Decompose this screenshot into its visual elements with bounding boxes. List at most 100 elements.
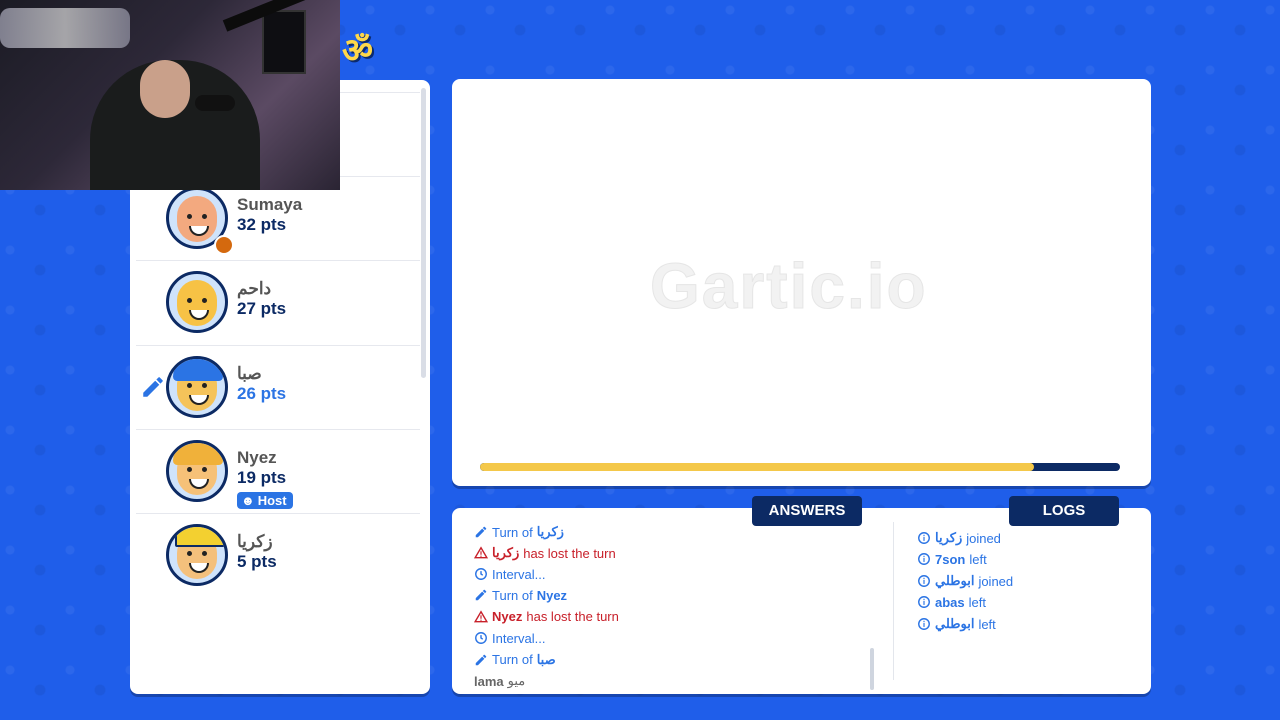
player-points: 19 pts bbox=[237, 468, 287, 487]
microphone bbox=[195, 95, 235, 111]
player-name: Sumaya bbox=[237, 195, 303, 214]
player-avatar bbox=[166, 524, 228, 586]
avatar-hair bbox=[173, 443, 223, 465]
answer-log-line: Interval... bbox=[474, 567, 545, 582]
tab-answers[interactable]: ANSWERS bbox=[752, 496, 862, 526]
warning-icon bbox=[474, 546, 488, 559]
info-icon bbox=[918, 618, 930, 630]
player-row[interactable]: Nyez 19 pts ☻ Host bbox=[136, 429, 420, 514]
player-name: زكريا bbox=[237, 532, 273, 551]
player-name: صبا bbox=[237, 364, 262, 383]
canvas-watermark: Gartic.io bbox=[650, 250, 928, 323]
clock-icon bbox=[475, 568, 487, 581]
avatar-eye bbox=[187, 467, 192, 472]
log-text: joined bbox=[966, 530, 1001, 546]
host-label: Host bbox=[257, 493, 287, 508]
answer-text: Nyez bbox=[492, 609, 523, 625]
answer-log-line: Nyez has lost the turn bbox=[474, 609, 619, 624]
drawing-canvas[interactable]: Gartic.io bbox=[452, 79, 1151, 486]
pencil-icon bbox=[475, 590, 487, 601]
answer-log-line: lama ميو bbox=[474, 673, 525, 689]
game-logo-fragment: ॐ bbox=[342, 32, 374, 70]
player-avatar bbox=[166, 440, 228, 502]
avatar-eye bbox=[187, 214, 192, 219]
player-row[interactable]: صبا 26 pts bbox=[136, 345, 420, 430]
avatar-eye bbox=[202, 383, 207, 388]
log-text: زكريا bbox=[935, 530, 963, 545]
answer-log-line: Interval... bbox=[474, 631, 545, 646]
clock-icon bbox=[475, 632, 487, 644]
player-avatar bbox=[166, 271, 228, 333]
avatar-eye bbox=[202, 298, 207, 303]
log-text: ابوطلي bbox=[935, 573, 975, 588]
turn-progress-bar bbox=[480, 463, 1120, 471]
answer-text: Turn of bbox=[492, 587, 533, 603]
info-icon bbox=[918, 575, 930, 587]
streamer-head bbox=[140, 60, 190, 118]
answer-text: has lost the turn bbox=[523, 545, 616, 561]
host-icon: ☻ bbox=[241, 493, 255, 508]
log-text: left bbox=[978, 616, 996, 632]
info-icon bbox=[918, 596, 930, 608]
answers-scrollbar[interactable] bbox=[870, 648, 874, 690]
answer-text: has lost the turn bbox=[526, 609, 619, 625]
player-name: داحم bbox=[237, 279, 272, 298]
players-scrollbar[interactable] bbox=[421, 88, 426, 378]
avatar-hat bbox=[175, 527, 225, 547]
answer-text: Turn of bbox=[492, 524, 533, 540]
log-line: ابوطلي joined bbox=[917, 573, 1013, 589]
avatar-eye bbox=[187, 298, 192, 303]
answer-text: Nyez bbox=[536, 587, 568, 603]
avatar-eye bbox=[187, 551, 192, 556]
pencil-icon bbox=[143, 377, 163, 397]
log-line: 7son left bbox=[917, 552, 987, 567]
webcam-overlay bbox=[0, 0, 340, 190]
player-points: 5 pts bbox=[237, 552, 277, 571]
avatar-eye bbox=[187, 383, 192, 388]
pencil-icon bbox=[475, 654, 487, 666]
chat-panel: Turn of زكريا زكريا has lost the turn Inte… bbox=[452, 508, 1151, 694]
turn-progress-fill bbox=[480, 463, 1034, 471]
log-text: joined bbox=[978, 573, 1014, 589]
answer-log-line: Turn of زكريا bbox=[474, 524, 564, 540]
pencil-icon bbox=[475, 526, 487, 538]
log-text: left bbox=[968, 594, 986, 610]
player-points: 27 pts bbox=[237, 299, 287, 318]
answer-text: Interval... bbox=[492, 630, 546, 646]
answer-log-line: Turn of Nyez bbox=[474, 588, 567, 603]
avatar-hair bbox=[173, 359, 223, 381]
log-text: abas bbox=[935, 594, 965, 610]
log-text: 7son bbox=[935, 551, 966, 567]
answer-log-line: Turn of صبا bbox=[474, 652, 556, 668]
log-text: ابوطلي bbox=[935, 616, 975, 631]
answer-text: lama bbox=[474, 673, 504, 689]
answer-text: صبا bbox=[536, 651, 556, 667]
answer-text: ميو bbox=[507, 673, 526, 689]
host-badge: ☻ Host bbox=[237, 492, 293, 509]
info-icon bbox=[918, 532, 930, 544]
answer-text: Turn of bbox=[492, 652, 533, 668]
answer-text: زكريا bbox=[492, 545, 520, 561]
log-line: زكريا joined bbox=[917, 530, 1001, 546]
log-line: ابوطلي left bbox=[917, 616, 996, 632]
avatar-eye bbox=[202, 467, 207, 472]
player-name: Nyez bbox=[237, 448, 277, 467]
player-points: 26 pts bbox=[237, 384, 287, 403]
player-row[interactable]: داحم 27 pts bbox=[136, 260, 420, 345]
warning-icon bbox=[474, 610, 488, 623]
answer-text: زكريا bbox=[536, 524, 564, 539]
log-text: left bbox=[969, 551, 987, 567]
balloon-decor bbox=[0, 8, 130, 48]
player-status-dot bbox=[214, 235, 234, 255]
avatar-eye bbox=[202, 214, 207, 219]
chat-divider bbox=[893, 522, 894, 680]
log-line: abas left bbox=[917, 595, 986, 610]
tab-logs[interactable]: LOGS bbox=[1009, 496, 1119, 526]
avatar-eye bbox=[202, 551, 207, 556]
answer-text: Interval... bbox=[492, 566, 546, 582]
player-row[interactable]: زكريا 5 pts bbox=[136, 513, 420, 598]
player-avatar bbox=[166, 356, 228, 418]
player-points: 32 pts bbox=[237, 215, 287, 234]
info-icon bbox=[918, 553, 930, 565]
wall-frame bbox=[262, 10, 306, 74]
